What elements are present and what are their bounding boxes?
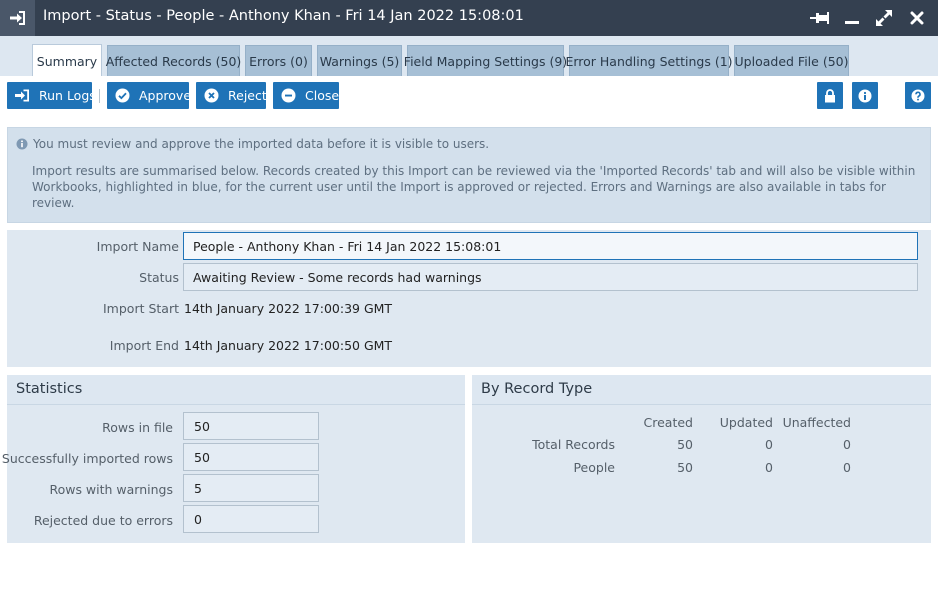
sign-in-icon [0, 0, 35, 36]
check-circle-icon [115, 88, 130, 103]
review-notice: You must review and approve the imported… [7, 127, 931, 223]
successfully-imported-value[interactable]: 50 [183, 443, 319, 471]
tab-summary[interactable]: Summary [32, 44, 102, 77]
total-records-created: 50 [677, 437, 693, 452]
tab-field-mapping-settings[interactable]: Field Mapping Settings (9) [404, 45, 567, 76]
info-icon[interactable] [852, 82, 878, 109]
column-unaffected: Unaffected [782, 415, 851, 430]
tab-strip: Summary Affected Records (50) Errors (0)… [0, 36, 938, 77]
notice-line-1: You must review and approve the imported… [33, 137, 490, 151]
info-icon [16, 138, 28, 150]
row-label-total-records: Total Records [532, 437, 615, 452]
tab-uploaded-file[interactable]: Uploaded File (50) [734, 45, 849, 76]
notice-line-2: Import results are summarised below. Rec… [32, 164, 916, 210]
column-updated: Updated [719, 415, 773, 430]
successfully-imported-label: Successfully imported rows [1, 451, 173, 466]
minus-circle-icon [281, 88, 296, 103]
maximize-icon[interactable] [873, 7, 895, 29]
rows-in-file-value[interactable]: 50 [183, 412, 319, 440]
row-label-people: People [573, 460, 615, 475]
reject-button[interactable]: Reject [196, 82, 267, 109]
total-records-updated: 0 [765, 437, 773, 452]
close-button[interactable]: Close [273, 82, 339, 109]
close-icon[interactable] [906, 7, 928, 29]
by-record-type-panel: By Record Type Created Updated Unaffecte… [472, 375, 931, 543]
tab-warnings[interactable]: Warnings (5) [317, 45, 402, 76]
import-end-value: 14th January 2022 17:00:50 GMT [184, 338, 393, 353]
rejected-due-to-errors-value[interactable]: 0 [183, 505, 319, 533]
tab-errors[interactable]: Errors (0) [245, 45, 312, 76]
total-records-unaffected: 0 [843, 437, 851, 452]
minimize-icon[interactable] [841, 7, 863, 29]
approve-label: Approve [139, 88, 192, 103]
rejected-due-to-errors-label: Rejected due to errors [33, 513, 173, 528]
status-label: Status [139, 270, 179, 285]
column-created: Created [643, 415, 693, 430]
lock-icon[interactable] [817, 82, 843, 109]
import-details: Import Name People - Anthony Khan - Fri … [7, 230, 931, 367]
import-name-field[interactable]: People - Anthony Khan - Fri 14 Jan 2022 … [183, 232, 918, 260]
sign-in-icon [15, 88, 30, 103]
run-logs-label: Run Logs [39, 88, 96, 103]
toolbar-separator [99, 89, 100, 103]
statistics-title: Statistics [7, 375, 465, 405]
run-logs-button[interactable]: Run Logs [7, 82, 96, 109]
approve-button[interactable]: Approve [107, 82, 192, 109]
close-label: Close [305, 88, 340, 103]
pin-icon[interactable] [809, 7, 831, 29]
rows-with-warnings-value[interactable]: 5 [183, 474, 319, 502]
toolbar: Run Logs Approve Reject Close [0, 76, 938, 121]
status-field[interactable]: Awaiting Review - Some records had warni… [183, 263, 918, 291]
rows-in-file-label: Rows in file [102, 420, 173, 435]
by-record-type-title: By Record Type [472, 375, 931, 405]
tab-error-handling-settings[interactable]: Error Handling Settings (1) [565, 45, 733, 76]
rows-with-warnings-label: Rows with warnings [49, 482, 173, 497]
import-end-label: Import End [109, 338, 179, 353]
times-circle-icon [204, 88, 219, 103]
import-start-label: Import Start [103, 301, 179, 316]
import-start-value: 14th January 2022 17:00:39 GMT [184, 301, 393, 316]
import-name-label: Import Name [96, 239, 179, 254]
window-title: Import - Status - People - Anthony Khan … [43, 8, 524, 24]
people-updated: 0 [765, 460, 773, 475]
people-created: 50 [677, 460, 693, 475]
title-bar: Import - Status - People - Anthony Khan … [0, 0, 938, 36]
tab-affected-records[interactable]: Affected Records (50) [106, 45, 241, 76]
statistics-panel: Statistics Rows in file 50 Successfully … [2, 375, 465, 543]
help-icon[interactable] [905, 82, 931, 109]
reject-label: Reject [228, 88, 267, 103]
people-unaffected: 0 [843, 460, 851, 475]
